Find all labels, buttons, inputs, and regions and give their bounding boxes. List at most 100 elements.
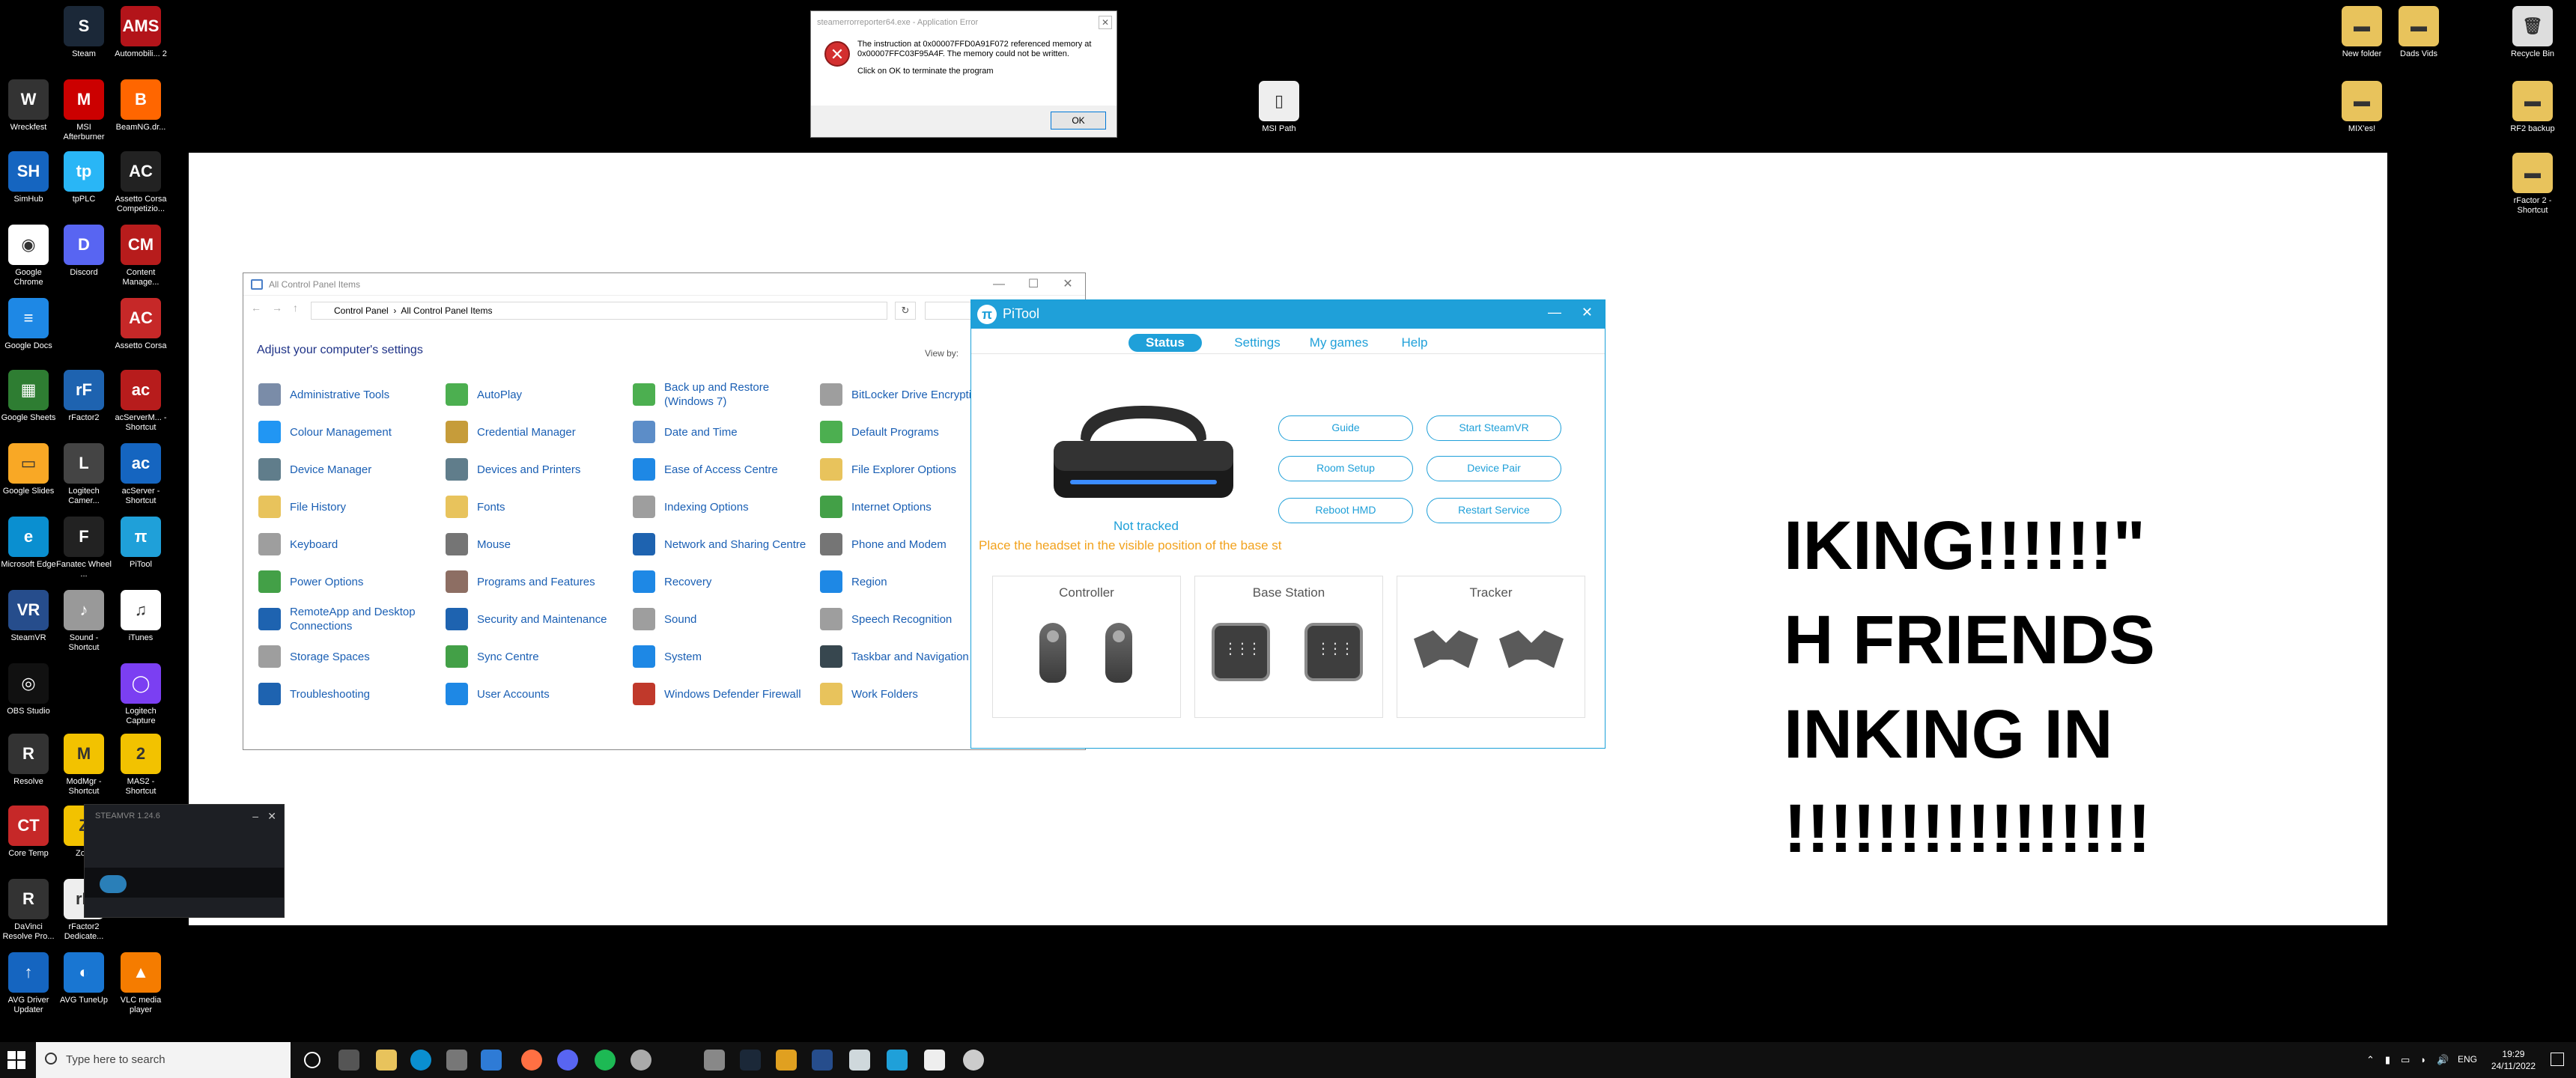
tab-status[interactable]: Status — [1128, 334, 1202, 352]
close-icon[interactable]: ✕ — [1051, 273, 1085, 296]
desktop-icon[interactable]: ◉ Google Chrome — [0, 225, 57, 287]
cp-item[interactable]: Credential Manager — [446, 417, 625, 447]
address-bar[interactable]: Control Panel › All Control Panel Items — [311, 302, 887, 320]
desktop-icon[interactable]: R DaVinci Resolve Pro... — [0, 879, 57, 942]
cp-item[interactable]: Mouse — [446, 529, 625, 559]
desktop-icon[interactable]: M ModMgr - Shortcut — [55, 734, 112, 797]
clock[interactable]: 19:29 24/11/2022 — [2491, 1048, 2536, 1072]
cp-item[interactable]: Back up and Restore (Windows 7) — [633, 380, 812, 409]
desktop-icon[interactable]: S Steam — [55, 6, 112, 59]
cp-item[interactable]: Ease of Access Centre — [633, 454, 812, 484]
desktop-icon[interactable]: ♪ Sound - Shortcut — [55, 590, 112, 653]
room-setup-button[interactable]: Room Setup — [1278, 456, 1413, 481]
cp-item[interactable]: Devices and Printers — [446, 454, 625, 484]
cp-item[interactable]: Keyboard — [258, 529, 438, 559]
minimize-icon[interactable]: — — [982, 273, 1016, 296]
file-explorer-icon[interactable] — [376, 1050, 397, 1071]
desktop-icon[interactable]: ▲ VLC media player — [112, 952, 169, 1015]
windows-start-icon[interactable] — [7, 1051, 25, 1069]
cp-item[interactable]: Sound — [633, 604, 812, 634]
desktop-icon[interactable]: CT Core Temp — [0, 806, 57, 859]
cp-item[interactable]: Fonts — [446, 492, 625, 522]
app-icon[interactable] — [704, 1050, 725, 1071]
desktop-icon[interactable]: 🗑 Recycle Bin — [2504, 6, 2561, 59]
desktop-icon[interactable]: M MSI Afterburner — [55, 79, 112, 142]
discord-icon[interactable] — [557, 1050, 578, 1071]
desktop-icon[interactable]: F Fanatec Wheel ... — [55, 517, 112, 579]
desktop-icon[interactable]: ◎ OBS Studio — [0, 663, 57, 716]
tab-help[interactable]: Help — [1391, 334, 1439, 352]
notifications-icon[interactable] — [2551, 1053, 2564, 1066]
cp-item[interactable]: Sync Centre — [446, 642, 625, 672]
desktop-icon[interactable]: ≡ Google Docs — [0, 298, 57, 351]
desktop-icon[interactable]: AC Assetto Corsa Competizio... — [112, 151, 169, 214]
control-panel-window[interactable]: All Control Panel Items — ☐ ✕ ←→↑ Contro… — [243, 272, 1086, 750]
desktop-icon[interactable]: ▭ Google Slides — [0, 443, 57, 496]
taskbar-search[interactable]: Type here to search — [36, 1042, 291, 1078]
app-icon[interactable] — [924, 1050, 945, 1071]
desktop-icon[interactable]: ▬ rFactor 2 - Shortcut — [2504, 153, 2561, 216]
desktop-icon[interactable]: e Microsoft Edge — [0, 517, 57, 570]
device-pair-button[interactable]: Device Pair — [1427, 456, 1561, 481]
desktop-icon[interactable]: D Discord — [55, 225, 112, 278]
cp-item[interactable]: Date and Time — [633, 417, 812, 447]
app-icon[interactable] — [963, 1050, 984, 1071]
app-icon[interactable] — [631, 1050, 651, 1071]
cortana-icon[interactable] — [304, 1052, 321, 1068]
cp-item[interactable]: Power Options — [258, 567, 438, 597]
error-title-bar[interactable]: steamerrorreporter64.exe - Application E… — [811, 11, 1117, 34]
desktop-icon[interactable]: ▬ New folder — [2333, 6, 2390, 59]
ok-button[interactable]: OK — [1051, 112, 1106, 130]
desktop-icon[interactable]: L Logitech Camer... — [55, 443, 112, 506]
cp-item[interactable]: RemoteApp and Desktop Connections — [258, 604, 438, 634]
cp-title-bar[interactable]: All Control Panel Items — ☐ ✕ — [243, 273, 1085, 296]
minimize-icon[interactable]: – — [252, 805, 258, 827]
cp-item[interactable]: AutoPlay — [446, 380, 625, 409]
desktop-icon[interactable]: ↑ AVG Driver Updater — [0, 952, 57, 1015]
desktop-icon[interactable]: ▬ MIX'es! — [2333, 81, 2390, 134]
cp-item[interactable]: Indexing Options — [633, 492, 812, 522]
restart-service-button[interactable]: Restart Service — [1427, 498, 1561, 523]
firefox-icon[interactable] — [521, 1050, 542, 1071]
desktop-icon[interactable]: W Wreckfest — [0, 79, 57, 133]
language-indicator[interactable]: ENG — [2458, 1054, 2477, 1065]
desktop-icon[interactable]: ◯ Logitech Capture — [112, 663, 169, 726]
edge-icon[interactable] — [410, 1050, 431, 1071]
maximize-icon[interactable]: ☐ — [1016, 273, 1051, 296]
desktop-icon[interactable]: CM Content Manage... — [112, 225, 169, 287]
desktop-icon[interactable]: 2 MAS2 - Shortcut — [112, 734, 169, 797]
steamvr-title-bar[interactable]: STEAMVR 1.24.6 – ✕ — [85, 805, 284, 827]
desktop-icon[interactable]: AMS Automobili... 2 — [112, 6, 169, 59]
control-panel-icon[interactable] — [849, 1050, 870, 1071]
error-dialog[interactable]: steamerrorreporter64.exe - Application E… — [810, 10, 1117, 138]
close-icon[interactable]: ✕ — [267, 805, 276, 827]
steam-icon[interactable] — [740, 1050, 761, 1071]
desktop-icon[interactable]: ♫ iTunes — [112, 590, 169, 643]
guide-button[interactable]: Guide — [1278, 415, 1413, 441]
desktop-icon[interactable]: ▯ MSI Path — [1251, 81, 1307, 134]
task-view-icon[interactable] — [338, 1050, 359, 1071]
cp-item[interactable]: Device Manager — [258, 454, 438, 484]
minimize-icon[interactable]: — — [1548, 305, 1561, 320]
desktop-icon[interactable]: R Resolve — [0, 734, 57, 787]
cp-item[interactable]: Network and Sharing Centre — [633, 529, 812, 559]
spotify-icon[interactable] — [595, 1050, 616, 1071]
desktop-icon[interactable]: B BeamNG.dr... — [112, 79, 169, 133]
breadcrumb-item[interactable]: All Control Panel Items — [401, 305, 492, 316]
cp-item[interactable]: Colour Management — [258, 417, 438, 447]
desktop-icon[interactable]: SH SimHub — [0, 151, 57, 204]
desktop-icon[interactable]: ac acServer - Shortcut — [112, 443, 169, 506]
desktop-icon[interactable]: π PiTool — [112, 517, 169, 570]
cp-item[interactable]: Recovery — [633, 567, 812, 597]
pitool-icon[interactable] — [887, 1050, 908, 1071]
close-icon[interactable]: ✕ — [1582, 305, 1593, 320]
app-icon[interactable] — [776, 1050, 797, 1071]
cp-item[interactable]: Security and Maintenance — [446, 604, 625, 634]
cp-item[interactable]: Programs and Features — [446, 567, 625, 597]
desktop-icon[interactable]: ▦ Google Sheets — [0, 370, 57, 423]
base-station-card[interactable]: Base Station — [1194, 576, 1383, 718]
cp-item[interactable]: Troubleshooting — [258, 679, 438, 709]
steamvr-window[interactable]: STEAMVR 1.24.6 – ✕ — [84, 804, 285, 918]
desktop-icon[interactable]: VR SteamVR — [0, 590, 57, 643]
cp-item[interactable]: Storage Spaces — [258, 642, 438, 672]
